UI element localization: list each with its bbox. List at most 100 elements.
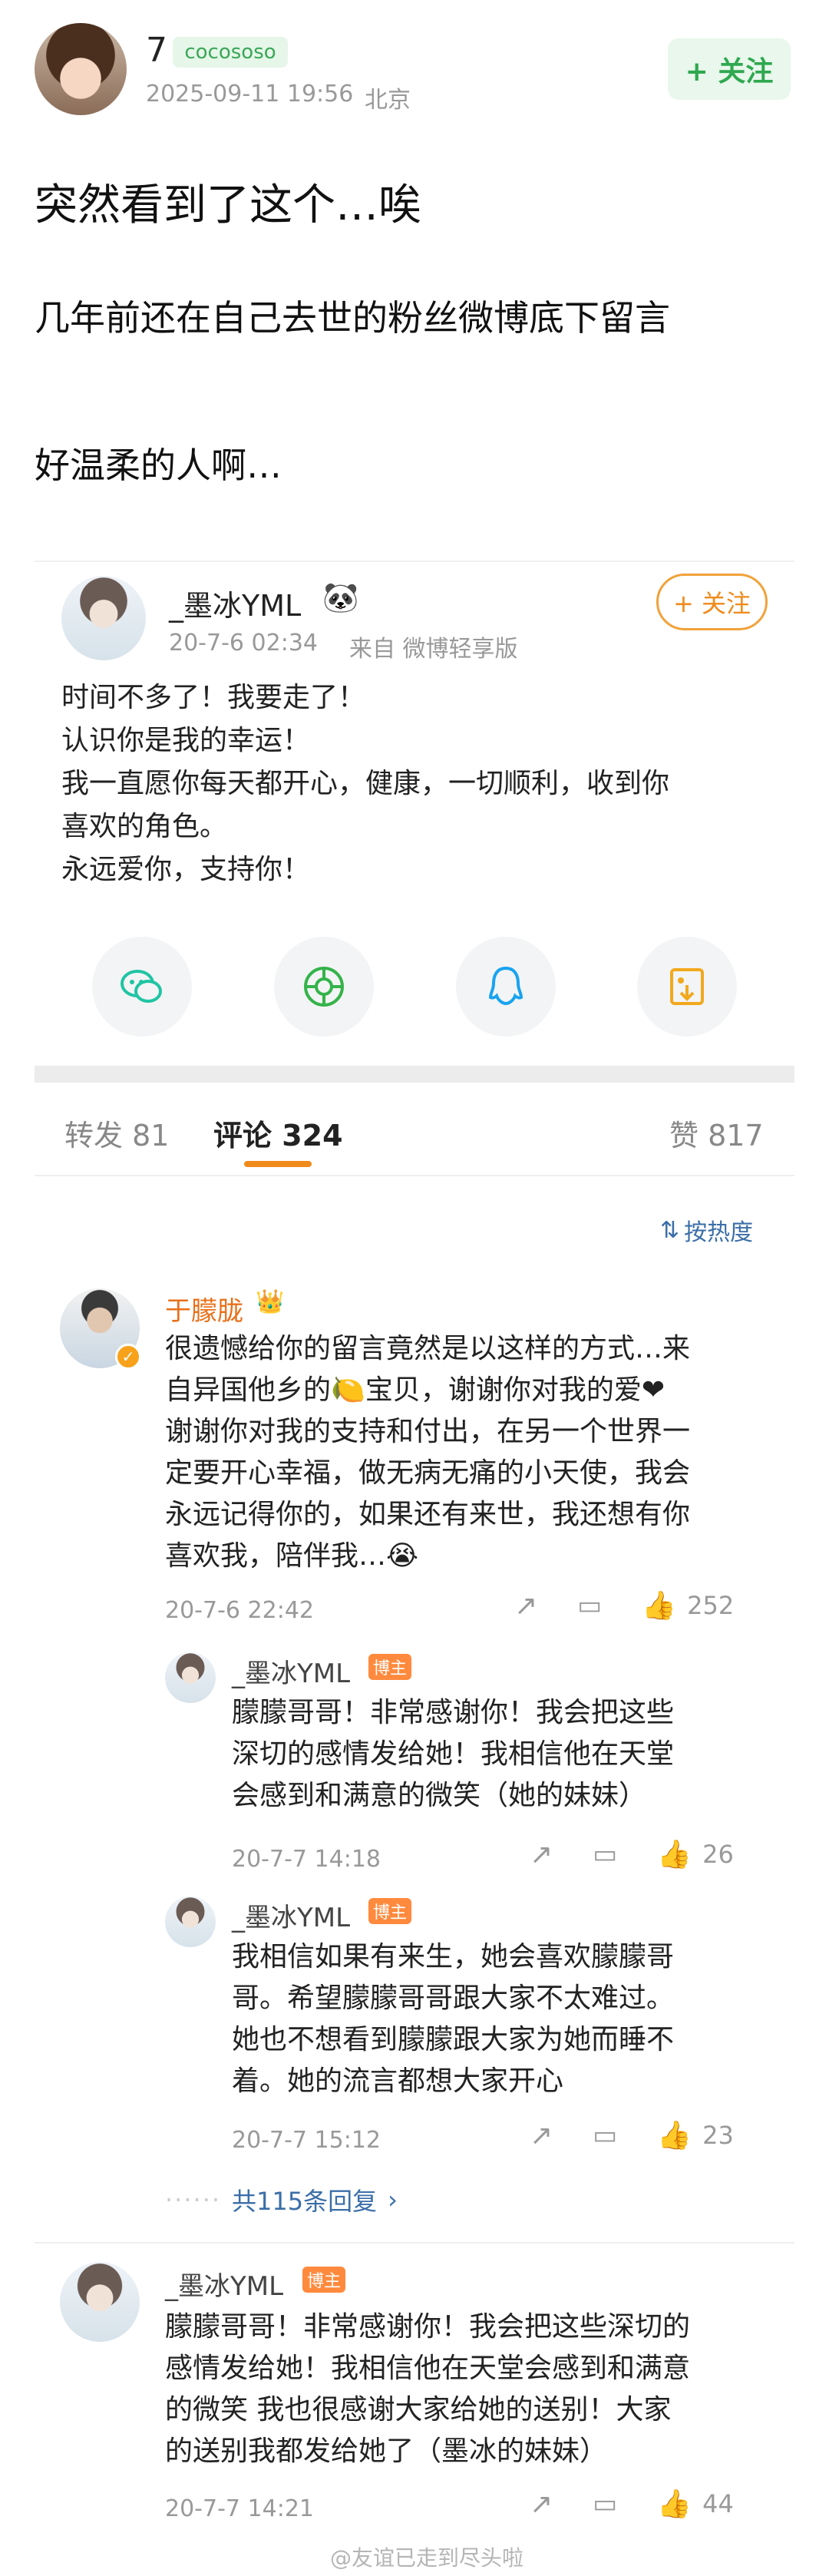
embedded-time: 20-7-6 02:34 (169, 630, 318, 656)
like-icon: 👍 (642, 1590, 677, 1622)
reply-author: _墨冰YML (232, 1658, 351, 1689)
like-count: 23 (702, 2121, 734, 2150)
share-qq (456, 937, 556, 1037)
embedded-author: _墨冰YML (169, 589, 302, 623)
comment-divider (35, 2242, 794, 2244)
like-button: 👍 252 (642, 1589, 734, 1622)
embedded-line-1: 时间不多了！我要走了！ (61, 682, 366, 713)
like-button: 👍 44 (657, 2488, 734, 2520)
share-save-image (637, 937, 737, 1037)
like-count: 252 (687, 1591, 735, 1620)
like-count: 44 (702, 2489, 734, 2518)
reply-line: 会感到和满意的微笑（她的妹妹） (232, 1780, 647, 1811)
author-avatar[interactable] (35, 23, 127, 115)
reply-avatar (165, 1896, 216, 1947)
like-icon: 👍 (657, 2488, 692, 2520)
embedded-line-3: 我一直愿你每天都开心，健康，一切顺利，收到你 (61, 768, 670, 799)
comment-line: 的微笑 我也很感谢大家给她的送别！大家 (165, 2394, 672, 2426)
reply-line: 哥。希望朦朦哥哥跟大家不太难过。 (232, 1982, 675, 2014)
share-moments (274, 937, 374, 1037)
comment-line: 谢谢你对我的支持和付出，在另一个世界一 (165, 1416, 691, 1447)
comment-time: 20-7-7 14:21 (165, 2495, 314, 2522)
more-replies-label: 共115条回复 (232, 2187, 378, 2216)
author-name[interactable]: 7 (146, 31, 167, 70)
chevron-right-icon: › (388, 2185, 398, 2214)
follow-button[interactable]: + 关注 (668, 38, 791, 100)
sort-by-hot: ⇅ 按热度 (660, 1213, 753, 1247)
reply-line: 她也不想看到朦朦跟大家为她而睡不 (232, 2024, 675, 2055)
comment-avatar (60, 2262, 140, 2342)
comment-line: 定要开心幸福，做无病无痛的小天使，我会 (165, 1457, 691, 1489)
like-button: 👍 23 (657, 2119, 734, 2151)
comment-actions: ↗ ▭ 👍 44 (530, 2488, 734, 2521)
reply-author: _墨冰YML (232, 1903, 351, 1933)
share-icon: ↗ (514, 1589, 538, 1622)
tabs-divider (35, 1175, 794, 1176)
post-time: 2025-09-11 19:56 (146, 81, 354, 107)
tab-active-indicator (244, 1161, 312, 1167)
reply-icon: ▭ (593, 1839, 618, 1870)
host-badge: 博主 (368, 1898, 411, 1924)
host-badge: 博主 (302, 2267, 345, 2293)
reply-actions: ↗ ▭ 👍 26 (530, 1838, 734, 1871)
post-line-1: 突然看到了这个…唉 (35, 180, 421, 230)
save-image-icon (670, 968, 704, 1005)
embedded-follow-button: + 关注 (656, 574, 768, 630)
share-icon: ↗ (530, 1838, 553, 1870)
reply-line: 我相信如果有来生，她会喜欢朦朦哥 (232, 1941, 675, 1973)
reply-line: 深切的感情发给她！我相信他在天堂 (232, 1738, 675, 1770)
embedded-avatar (61, 576, 146, 660)
comment-author: _墨冰YML (165, 2271, 284, 2302)
verified-icon: ✓ (115, 1344, 141, 1370)
like-icon: 👍 (657, 2120, 692, 2151)
panda-emoji: 🐼 (322, 580, 359, 614)
share-icon: ↗ (530, 2488, 553, 2520)
share-wechat (92, 937, 192, 1037)
reply-line: 着。她的流言都想大家开心 (232, 2065, 564, 2097)
reply-avatar (165, 1652, 216, 1703)
qq-icon (488, 966, 523, 1006)
comment-actions: ↗ ▭ 👍 252 (514, 1589, 734, 1622)
watermark: @友谊已走到尽头啦 (330, 2545, 524, 2571)
moments-icon (304, 967, 344, 1007)
sort-icon: ⇅ (660, 1216, 680, 1244)
comment-line: 朦朦哥哥！非常感谢你！我会把这些深切的 (165, 2311, 691, 2343)
reply-icon: ▭ (577, 1590, 603, 1621)
comment-time: 20-7-6 22:42 (165, 1597, 314, 1624)
reply-actions: ↗ ▭ 👍 23 (530, 2119, 734, 2152)
comment-line: 喜欢我，陪伴我…😭 (165, 1540, 419, 1572)
post-location: 北京 (365, 87, 411, 114)
like-count: 26 (702, 1840, 734, 1869)
sort-label: 按热度 (684, 1219, 754, 1246)
reply-time: 20-7-7 15:12 (232, 2127, 381, 2154)
reply-icon: ▭ (593, 2120, 618, 2151)
embedded-line-4: 喜欢的角色。 (61, 811, 228, 842)
dots-divider: ······ (165, 2185, 222, 2214)
comment-line: 永远记得你的，如果还有来世，我还想有你 (165, 1499, 691, 1530)
wechat-icon (121, 970, 162, 1003)
embedded-source: 来自 微博轻享版 (349, 636, 518, 663)
post-line-2: 几年前还在自己去世的粉丝微博底下留言 (35, 297, 670, 339)
reply-time: 20-7-7 14:18 (232, 1846, 381, 1873)
comment-line: 的送别我都发给她了（墨冰的妹妹） (165, 2435, 608, 2467)
reply-line: 朦朦哥哥！非常感谢你！我会把这些 (232, 1697, 675, 1728)
tab-repost: 转发 81 (64, 1119, 170, 1152)
comment-line: 很遗憾给你的留言竟然是以这样的方式…来 (165, 1333, 691, 1364)
comment-author: 于朦胧 (165, 1296, 243, 1327)
share-icon: ↗ (530, 2119, 553, 2151)
embedded-line-5: 永远爱你，支持你！ (61, 854, 311, 885)
like-button: 👍 26 (657, 1838, 734, 1870)
post-line-3: 好温柔的人啊… (35, 445, 282, 486)
host-badge: 博主 (368, 1654, 411, 1680)
tab-likes: 赞 817 (669, 1119, 764, 1152)
tab-comments: 评论 324 (213, 1119, 343, 1152)
more-replies-link: ······ 共115条回复 › (165, 2182, 398, 2217)
author-badge: cocososo (173, 37, 288, 68)
like-icon: 👍 (657, 1839, 692, 1870)
embedded-line-2: 认识你是我的幸运！ (61, 725, 311, 756)
section-divider (35, 1066, 794, 1083)
crown-icon: 👑 (256, 1288, 285, 1315)
reply-icon: ▭ (593, 2488, 618, 2519)
embedded-card-divider (35, 561, 794, 562)
comment-line: 感情发给她！我相信他在天堂会感到和满意 (165, 2353, 691, 2384)
